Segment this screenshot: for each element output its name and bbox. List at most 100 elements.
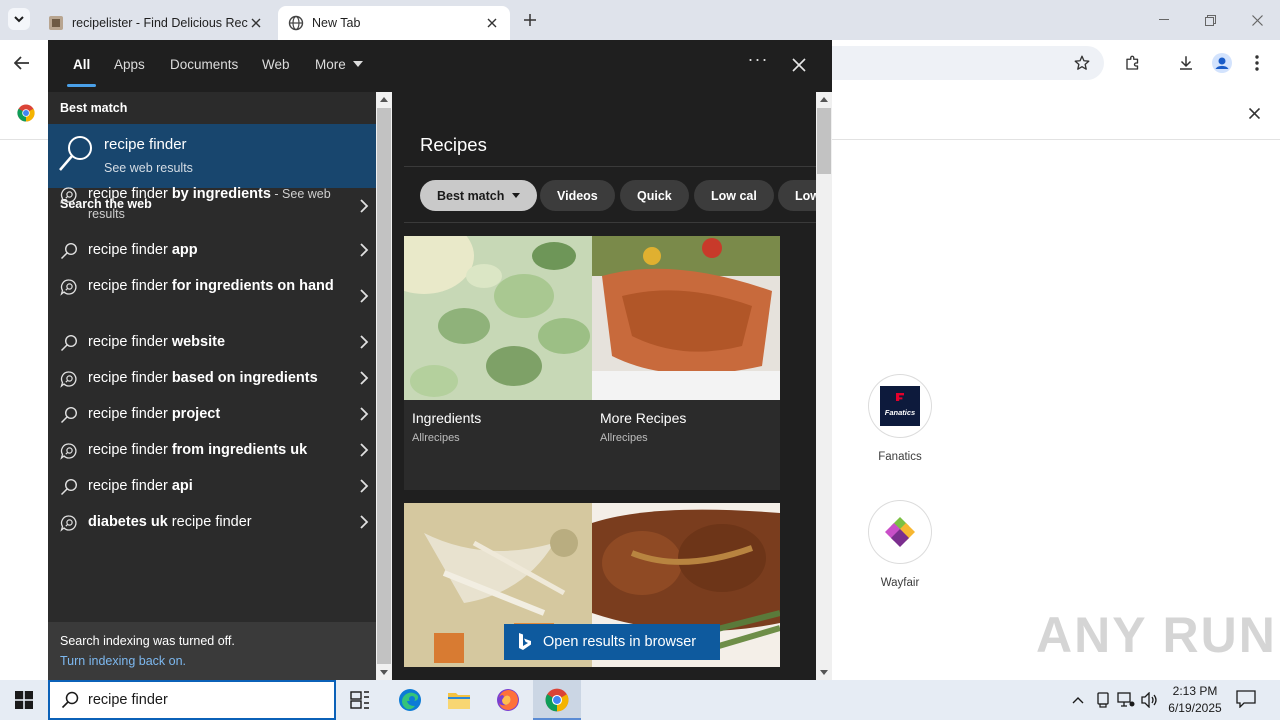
chat-search-icon [60, 370, 78, 388]
chevron-right-icon[interactable] [358, 407, 370, 421]
best-match-item[interactable]: recipe finder See web results [48, 124, 376, 188]
turn-indexing-on-link[interactable]: Turn indexing back on. [60, 654, 186, 668]
extensions-puzzle-icon[interactable] [1122, 52, 1144, 74]
chip-label: Best match [437, 188, 505, 203]
shortcut-fanatics[interactable]: Fanatics Fanatics [855, 375, 945, 463]
chat-search-icon [60, 186, 78, 204]
windows-start-icon[interactable] [0, 680, 48, 720]
clock-date[interactable]: 6/19/2025 [1160, 701, 1230, 715]
scrollbar-thumb[interactable] [377, 108, 391, 664]
close-window-icon[interactable] [1247, 10, 1267, 30]
recipe-card-image-salmon[interactable] [592, 236, 780, 400]
indexing-notice: Search indexing was turned off. Turn ind… [48, 622, 376, 680]
address-bar[interactable] [812, 46, 1104, 80]
task-view-icon[interactable] [336, 680, 384, 720]
chevron-right-icon[interactable] [358, 371, 370, 385]
minimize-icon[interactable] [1154, 10, 1174, 30]
recipe-card-title[interactable]: Ingredients [412, 410, 481, 426]
web-suggestion-item[interactable]: recipe finder from ingredients uk [48, 440, 376, 460]
close-search-icon[interactable] [788, 54, 810, 76]
web-suggestion-text: diabetes uk recipe finder [88, 512, 344, 532]
chevron-right-icon[interactable] [358, 443, 370, 457]
back-arrow-icon[interactable] [11, 52, 33, 74]
scroll-up-arrow-icon[interactable] [820, 97, 828, 102]
browser-tab-strip: recipelister - Find Delicious Rec New Ta… [0, 0, 1280, 40]
chip-low[interactable]: Low [778, 180, 816, 211]
chrome-taskbar-icon[interactable] [533, 680, 581, 720]
windows-search-panel: All Apps Documents Web More ··· Best mat… [48, 40, 832, 680]
web-suggestion-item[interactable]: recipe finder api [48, 476, 376, 496]
scroll-down-arrow-icon[interactable] [380, 670, 388, 675]
web-suggestion-text: recipe finder api [88, 476, 344, 496]
chevron-right-icon[interactable] [358, 243, 370, 257]
suggestion-highlight: diabetes uk [88, 514, 168, 530]
tab-close-icon[interactable] [248, 15, 264, 31]
suggestion-highlight: project [171, 406, 221, 422]
suggestion-highlight: app [171, 242, 198, 258]
filter-tab-all[interactable]: All [66, 57, 97, 87]
bookmark-star-icon[interactable] [1071, 52, 1093, 74]
browser-tab-new-tab[interactable]: New Tab [278, 6, 510, 40]
firefox-icon[interactable] [484, 680, 532, 720]
infobar-close-icon[interactable] [1244, 103, 1264, 123]
chevron-right-icon[interactable] [358, 199, 370, 213]
more-options-ellipsis-icon[interactable]: ··· [746, 50, 770, 76]
new-tab-plus-icon[interactable] [520, 10, 540, 30]
scrollbar-thumb[interactable] [817, 108, 831, 174]
web-suggestion-item[interactable]: diabetes uk recipe finder [48, 512, 376, 532]
taskbar-search-box[interactable]: recipe finder [48, 680, 336, 720]
browser-tab-recipelister[interactable]: recipelister - Find Delicious Rec [38, 6, 274, 40]
filter-tab-more-label: More [315, 57, 346, 72]
volume-icon[interactable] [1141, 691, 1159, 709]
shortcut-wayfair[interactable]: Wayfair [855, 501, 945, 589]
web-suggestion-text: recipe finder for ingredients on hand [88, 276, 344, 296]
filter-tab-apps[interactable]: Apps [114, 57, 145, 87]
recipe-card-image-cucumber[interactable] [404, 236, 592, 400]
tab-close-icon[interactable] [484, 15, 500, 31]
download-icon[interactable] [1175, 52, 1197, 74]
notifications-icon[interactable] [1236, 690, 1258, 710]
right-scrollbar[interactable] [816, 92, 832, 680]
scroll-up-arrow-icon[interactable] [380, 97, 388, 102]
chevron-right-icon[interactable] [358, 479, 370, 493]
suggestion-highlight: website [171, 334, 226, 350]
web-suggestion-item[interactable]: recipe finder app [48, 240, 376, 260]
web-suggestion-item[interactable]: recipe finder based on ingredients [48, 368, 376, 388]
clock-time[interactable]: 2:13 PM [1160, 684, 1230, 698]
web-suggestion-item[interactable]: recipe finder by ingredients - See web r… [48, 184, 376, 228]
filter-tab-more[interactable]: More [315, 57, 363, 87]
chevron-right-icon[interactable] [358, 289, 370, 303]
taskbar-search-input[interactable]: recipe finder [88, 692, 168, 708]
chevron-right-icon[interactable] [358, 335, 370, 349]
chip-low-cal[interactable]: Low cal [694, 180, 774, 211]
profile-avatar-icon[interactable] [1211, 52, 1233, 74]
chip-quick[interactable]: Quick [620, 180, 689, 211]
web-suggestion-item[interactable]: recipe finder project [48, 404, 376, 424]
chip-videos[interactable]: Videos [540, 180, 615, 211]
best-match-title: recipe finder [104, 136, 187, 153]
suggestion-highlight: from ingredients uk [171, 442, 308, 458]
search-icon [60, 406, 78, 424]
device-icon[interactable] [1094, 691, 1112, 709]
chip-best-match[interactable]: Best match [420, 180, 538, 211]
web-suggestion-item[interactable]: recipe finder website [48, 332, 376, 352]
network-icon[interactable] [1117, 691, 1135, 709]
restore-icon[interactable] [1200, 10, 1220, 30]
left-scrollbar[interactable] [376, 92, 392, 680]
web-suggestion-text: recipe finder based on ingredients [88, 368, 344, 388]
show-hidden-icons-chevron-icon[interactable] [1069, 691, 1087, 709]
suggestion-highlight: by ingredients [171, 186, 271, 202]
scroll-down-arrow-icon[interactable] [820, 670, 828, 675]
wayfair-logo-icon [885, 517, 915, 547]
web-suggestion-item[interactable]: recipe finder for ingredients on hand [48, 276, 376, 316]
open-results-in-browser-button[interactable]: Open results in browser [504, 624, 720, 660]
chevron-right-icon[interactable] [358, 515, 370, 529]
chrome-menu-kebab-icon[interactable] [1246, 52, 1268, 74]
file-explorer-icon[interactable] [435, 680, 483, 720]
filter-tab-documents[interactable]: Documents [170, 57, 238, 87]
filter-tab-web[interactable]: Web [262, 57, 290, 87]
edge-browser-icon[interactable] [386, 680, 434, 720]
tab-search-button[interactable] [8, 8, 30, 30]
recipe-card-title[interactable]: More Recipes [600, 410, 686, 426]
web-suggestion-text: recipe finder website [88, 332, 344, 352]
